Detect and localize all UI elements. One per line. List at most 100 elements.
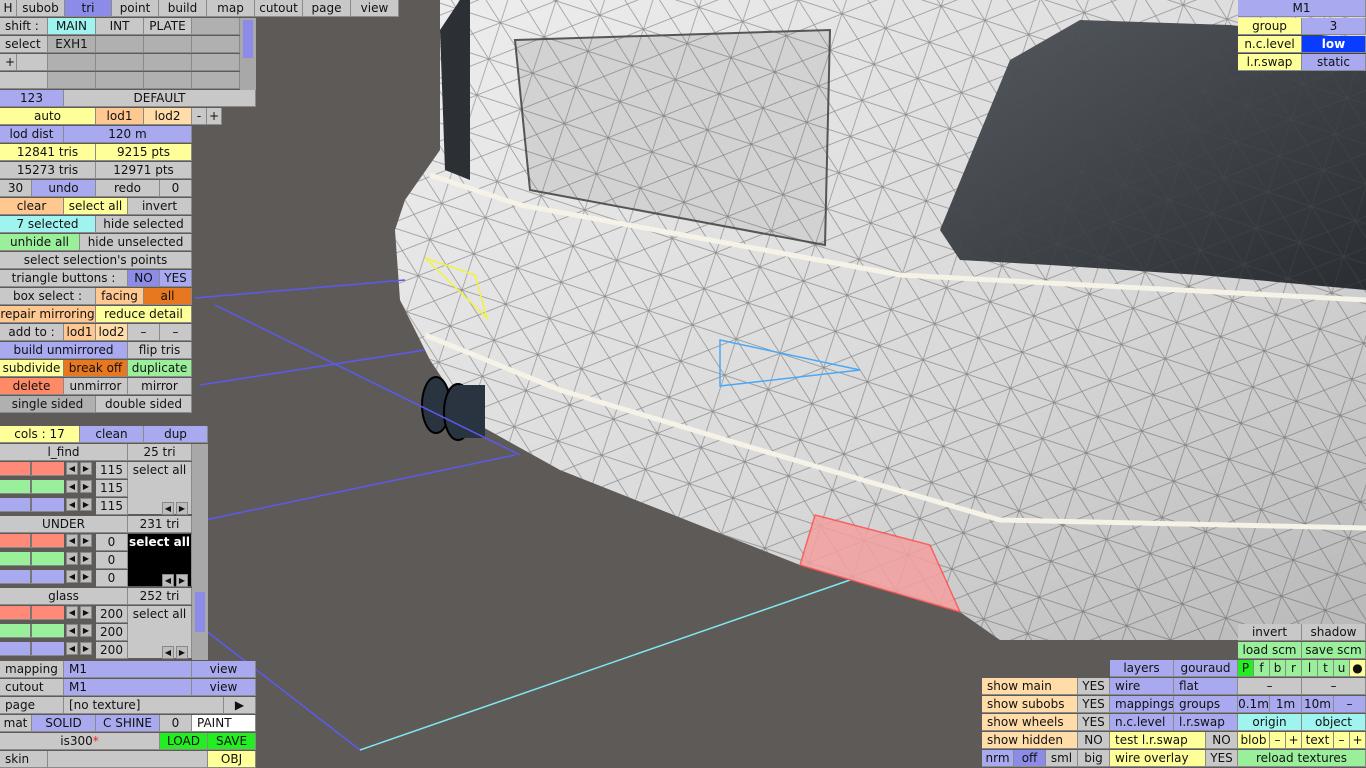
show-wheels-value[interactable]: YES [1078,714,1110,731]
add-to-dash[interactable]: – [160,324,192,341]
unmirror-button[interactable]: unmirror [64,378,128,395]
delete-button[interactable]: delete [0,378,64,395]
add-subob-button[interactable]: + [0,54,17,71]
hide-selected-button[interactable]: hide selected [96,216,192,233]
show-subobs-value[interactable]: YES [1078,696,1110,713]
decrement-arrow-icon[interactable]: ◀ [66,552,78,565]
text-button[interactable]: text [1302,732,1334,749]
increment-arrow-icon[interactable]: ▶ [80,642,92,655]
subob-slot[interactable] [48,72,96,89]
blob-plus-button[interactable]: + [1286,732,1302,749]
lod-minus-button[interactable]: - [192,108,207,125]
subob-slot[interactable] [96,72,144,89]
show-subobs-button[interactable]: show subobs [982,696,1078,713]
duplicate-button[interactable]: duplicate [128,360,192,377]
material-id[interactable]: 123 [0,90,64,107]
nclevel-value[interactable]: low [1302,36,1366,53]
invert-view-button[interactable]: invert [1238,624,1302,641]
increment-arrow-icon[interactable]: ▶ [80,480,92,493]
subob-slot[interactable] [96,54,144,71]
grid-dash-button[interactable]: – [1238,678,1302,695]
material-name-l-find[interactable]: l_find [0,444,128,461]
show-wheels-button[interactable]: show wheels [982,714,1078,731]
cutout-value[interactable]: M1 [64,679,192,696]
cutout-view-button[interactable]: view [192,679,256,696]
page-next-button[interactable]: ▶ [224,697,256,714]
subob-slot[interactable] [96,36,144,53]
flat-button[interactable]: flat [1174,678,1238,695]
material-next-arrow-icon[interactable]: ▶ [176,574,188,587]
tab-cutout[interactable]: cutout [255,0,303,17]
shine-value[interactable]: 0 [160,715,192,732]
size-sml-button[interactable]: sml [1046,750,1078,767]
slider-knob[interactable] [30,534,32,547]
subob-slot[interactable] [17,54,48,71]
obj-button[interactable]: OBJ [208,751,256,768]
load-scm-button[interactable]: load scm [1238,642,1302,659]
color-value[interactable]: 115 [96,498,128,515]
decrement-arrow-icon[interactable]: ◀ [66,606,78,619]
color-slider[interactable] [0,624,64,638]
view-f-button[interactable]: f [1254,660,1270,677]
show-hidden-button[interactable]: show hidden [982,732,1078,749]
lrswap-value[interactable]: static [1302,54,1366,71]
lod1-button[interactable]: lod1 [96,108,144,125]
single-sided-button[interactable]: single sided [0,396,96,413]
wire-button[interactable]: wire [1110,678,1174,695]
view-u-button[interactable]: u [1334,660,1350,677]
object-button[interactable]: object [1302,714,1366,731]
file-name[interactable]: is300* [0,733,160,750]
add-to-lod2[interactable]: lod2 [96,324,128,341]
materials-scrollbar[interactable] [192,444,208,660]
mapping-value[interactable]: M1 [64,661,192,678]
load-button[interactable]: LOAD [160,733,208,750]
color-slider[interactable] [0,570,64,584]
test-lrswap-button[interactable]: test l.r.swap [1110,732,1206,749]
material-prev-arrow-icon[interactable]: ◀ [162,502,174,515]
color-value[interactable]: 115 [96,480,128,497]
decrement-arrow-icon[interactable]: ◀ [66,498,78,511]
subob-slot[interactable] [144,72,192,89]
group-value[interactable]: 3 [1302,18,1366,35]
double-sided-button[interactable]: double sided [96,396,192,413]
add-to-lod1[interactable]: lod1 [64,324,96,341]
size-off-button[interactable]: off [1014,750,1046,767]
clean-button[interactable]: clean [80,426,144,443]
material-prev-arrow-icon[interactable]: ◀ [162,646,174,659]
color-value[interactable]: 200 [96,642,128,659]
color-value[interactable]: 0 [96,570,128,587]
color-slider[interactable] [0,462,64,476]
redo-button[interactable]: redo [96,180,160,197]
increment-arrow-icon[interactable]: ▶ [80,624,92,637]
shadow-button[interactable]: shadow [1302,624,1366,641]
material-next-arrow-icon[interactable]: ▶ [176,502,188,515]
slider-knob[interactable] [30,480,32,493]
reduce-detail-button[interactable]: reduce detail [96,306,192,323]
subdivide-button[interactable]: subdivide [0,360,64,377]
tab-build[interactable]: build [159,0,207,17]
view-l-button[interactable]: l [1302,660,1318,677]
grid-dash-button[interactable]: – [1302,678,1366,695]
page-value[interactable]: [no texture] [64,697,224,714]
nclevel-button[interactable]: n.c.level [1110,714,1174,731]
flip-tris-button[interactable]: flip tris [128,342,192,359]
increment-arrow-icon[interactable]: ▶ [80,534,92,547]
text-plus-button[interactable]: + [1350,732,1366,749]
decrement-arrow-icon[interactable]: ◀ [66,462,78,475]
color-value[interactable]: 200 [96,624,128,641]
test-lrswap-value[interactable]: NO [1206,732,1238,749]
paint-button[interactable]: PAINT [192,715,256,732]
decrement-arrow-icon[interactable]: ◀ [66,534,78,547]
wire-overlay-value[interactable]: YES [1206,750,1238,767]
lod-dist-value[interactable]: 120 m [64,126,192,143]
tab-tri[interactable]: tri [65,0,112,17]
hide-unselected-button[interactable]: hide unselected [80,234,192,251]
decrement-arrow-icon[interactable]: ◀ [66,480,78,493]
shine-button[interactable]: C SHINE [96,715,160,732]
clear-button[interactable]: clear [0,198,64,215]
subob-scrollbar[interactable] [240,18,256,90]
slider-knob[interactable] [30,606,32,619]
color-slider[interactable] [0,480,64,494]
mirror-button[interactable]: mirror [128,378,192,395]
layers-button[interactable]: layers [1110,660,1174,677]
